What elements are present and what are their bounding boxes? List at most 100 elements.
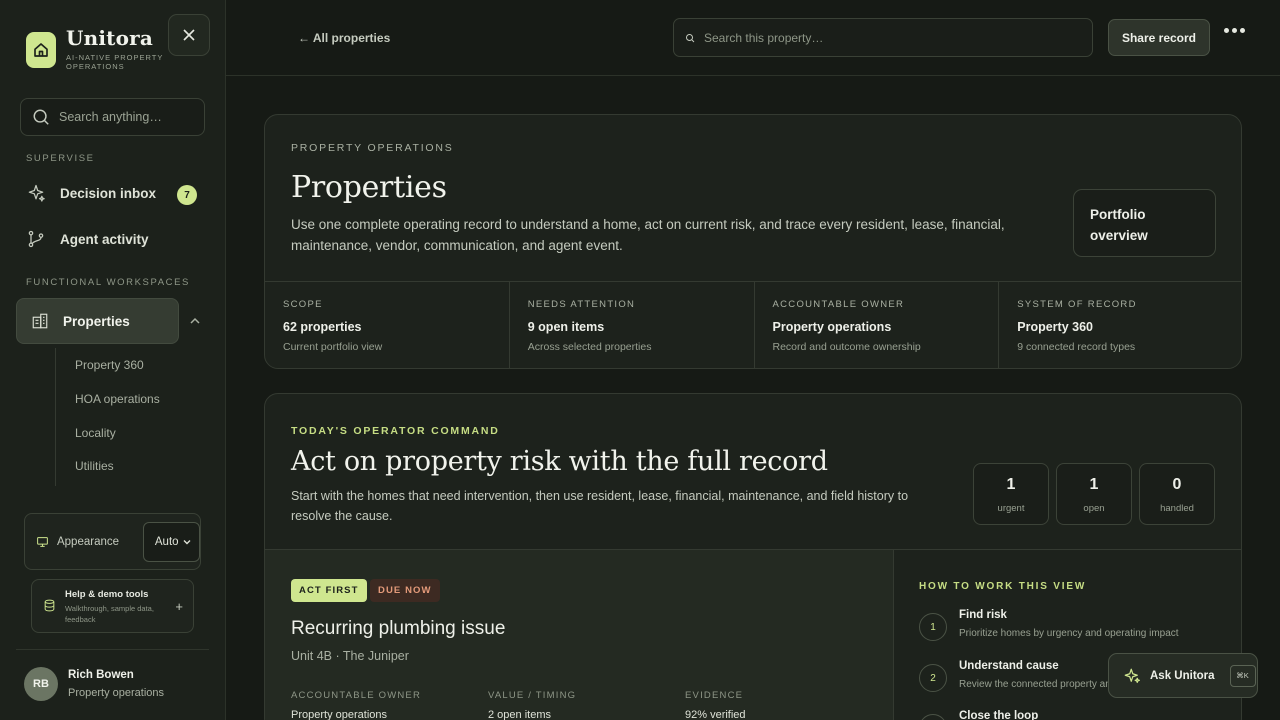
ask-unitora-button[interactable]: Ask Unitora ⌘K [1108,653,1258,698]
step-number: 2 [919,664,947,692]
counter-handled[interactable]: 0 handled [1139,463,1215,525]
step-number: 3 [919,714,947,720]
how-step-2: 2 Understand cause Review the connected … [919,660,1116,692]
how-to-work-title: HOW TO WORK THIS VIEW [919,581,1087,592]
section-label-functional: FUNCTIONAL WORKSPACES [26,277,190,288]
sidebar-search[interactable] [20,98,205,136]
sidebar-item-label: Agent activity [60,231,149,247]
property-search[interactable] [673,18,1093,57]
appearance-value: Auto [154,535,179,548]
stat-label: ACCOUNTABLE OWNER [772,299,905,310]
counter-label: open [1083,503,1105,514]
command-description: Start with the homes that need intervent… [291,489,909,523]
user-profile[interactable]: RB Rich Bowen Property operations [24,667,164,701]
back-all-properties-link[interactable]: ← All properties [298,31,390,45]
subnav-line [55,348,56,486]
properties-overview-card: PROPERTY OPERATIONS Properties Use one c… [264,114,1242,369]
close-icon [183,29,195,41]
section-label-supervise: SUPERVISE [26,153,95,164]
brand-tagline: AI-NATIVE PROPERTY OPERATIONS [66,53,164,71]
overview-stats: SCOPE 62 properties Current portfolio vi… [265,281,1241,368]
user-name: Rich Bowen [68,669,134,681]
command-lower: ACT FIRST DUE NOW Recurring plumbing iss… [265,549,1241,720]
avatar: RB [24,667,58,701]
property-search-input[interactable] [704,30,1064,45]
ask-shortcut: ⌘K [1229,664,1256,687]
meta-label-timing: VALUE / TIMING [488,690,577,701]
stat-value: Property operations [772,320,892,334]
search-icon [33,109,49,125]
counter-value: 1 [1006,476,1016,493]
chevron-up-icon[interactable] [189,315,201,327]
sidebar-subitem-hoa-operations[interactable]: HOA operations [75,392,160,406]
issue-title: Recurring plumbing issue [291,618,506,639]
database-icon [44,599,55,612]
step-sub: Review the connected property and [959,679,1117,690]
sidebar-subitem-locality[interactable]: Locality [75,426,116,440]
sidebar-item-label: Properties [63,313,130,329]
step-number: 1 [919,613,947,641]
stat-system-of-record: SYSTEM OF RECORD Property 360 9 connecte… [999,282,1241,368]
sidebar-subitem-property-360[interactable]: Property 360 [75,358,144,372]
help-subtitle: Walkthrough, sample data, feedback [65,604,154,624]
stat-scope: SCOPE 62 properties Current portfolio vi… [265,282,510,368]
act-first-chip: ACT FIRST [291,579,367,602]
sidebar: Unitora AI-NATIVE PROPERTY OPERATIONS SU… [0,0,226,720]
chevron-down-icon [183,539,191,544]
monitor-icon [37,536,48,547]
meta-value-timing: 2 open items [488,709,551,720]
appearance-select[interactable]: Auto [142,521,200,562]
branch-icon [28,230,44,248]
sparkle-icon [28,184,45,202]
help-demo-tools[interactable]: Help & demo tools Walkthrough, sample da… [31,579,194,633]
sidebar-item-properties[interactable]: Properties [16,298,179,344]
stat-sub: Record and outcome ownership [772,341,921,353]
how-step-1: 1 Find risk Prioritize homes by urgency … [919,609,1179,641]
counter-open[interactable]: 1 open [1056,463,1132,525]
sidebar-item-decision-inbox[interactable]: Decision inbox [26,183,156,203]
share-record-button[interactable]: Share record [1108,19,1210,56]
step-title: Understand cause [959,660,1059,672]
priority-issue-panel[interactable]: ACT FIRST DUE NOW Recurring plumbing iss… [265,550,894,720]
inbox-count-badge: 7 [177,185,197,205]
stat-value: Property 360 [1017,320,1093,334]
counter-urgent[interactable]: 1 urgent [973,463,1049,525]
portfolio-overview-button[interactable]: Portfolio overview [1073,189,1216,257]
how-step-3: 3 Close the loop [919,710,1038,720]
counter-value: 1 [1089,476,1099,493]
appearance-control: Appearance Auto [24,513,201,570]
command-eyebrow: TODAY'S OPERATOR COMMAND [291,425,500,437]
plus-icon: + [175,599,183,614]
meta-label-owner: ACCOUNTABLE OWNER [291,690,422,701]
sidebar-search-input[interactable] [59,110,189,124]
stat-accountable-owner: ACCOUNTABLE OWNER Property operations Re… [755,282,1000,368]
sidebar-item-agent-activity[interactable]: Agent activity [26,229,149,249]
user-role: Property operations [68,687,164,699]
stat-label: SCOPE [283,299,323,310]
step-sub: Prioritize homes by urgency and operatin… [959,628,1179,639]
sidebar-divider [16,649,209,650]
meta-label-evidence: EVIDENCE [685,690,744,701]
brand[interactable]: Unitora AI-NATIVE PROPERTY OPERATIONS [26,26,166,71]
overview-eyebrow: PROPERTY OPERATIONS [291,142,454,154]
sparkle-icon [1124,668,1140,683]
counter-label: handled [1160,503,1194,514]
stat-needs-attention: NEEDS ATTENTION 9 open items Across sele… [510,282,755,368]
more-icon[interactable] [1224,28,1245,33]
close-sidebar-button[interactable] [168,14,210,56]
building-icon [32,313,48,329]
sidebar-subitem-utilities[interactable]: Utilities [75,459,114,473]
due-now-chip: DUE NOW [370,579,440,602]
sidebar-item-label: Decision inbox [60,185,157,201]
stat-sub: Current portfolio view [283,341,383,353]
stat-value: 9 open items [527,320,605,334]
issue-subtitle: Unit 4B · The Juniper [291,649,409,663]
operator-command-card: TODAY'S OPERATOR COMMAND Act on property… [264,393,1242,720]
meta-value-evidence: 92% verified [685,709,746,720]
page-title: Properties [291,170,447,205]
step-title: Close the loop [959,710,1039,720]
help-title: Help & demo tools [65,589,149,600]
stat-value: 62 properties [283,320,362,334]
command-title: Act on property risk with the full recor… [291,446,828,477]
brand-name: Unitora [66,26,154,50]
